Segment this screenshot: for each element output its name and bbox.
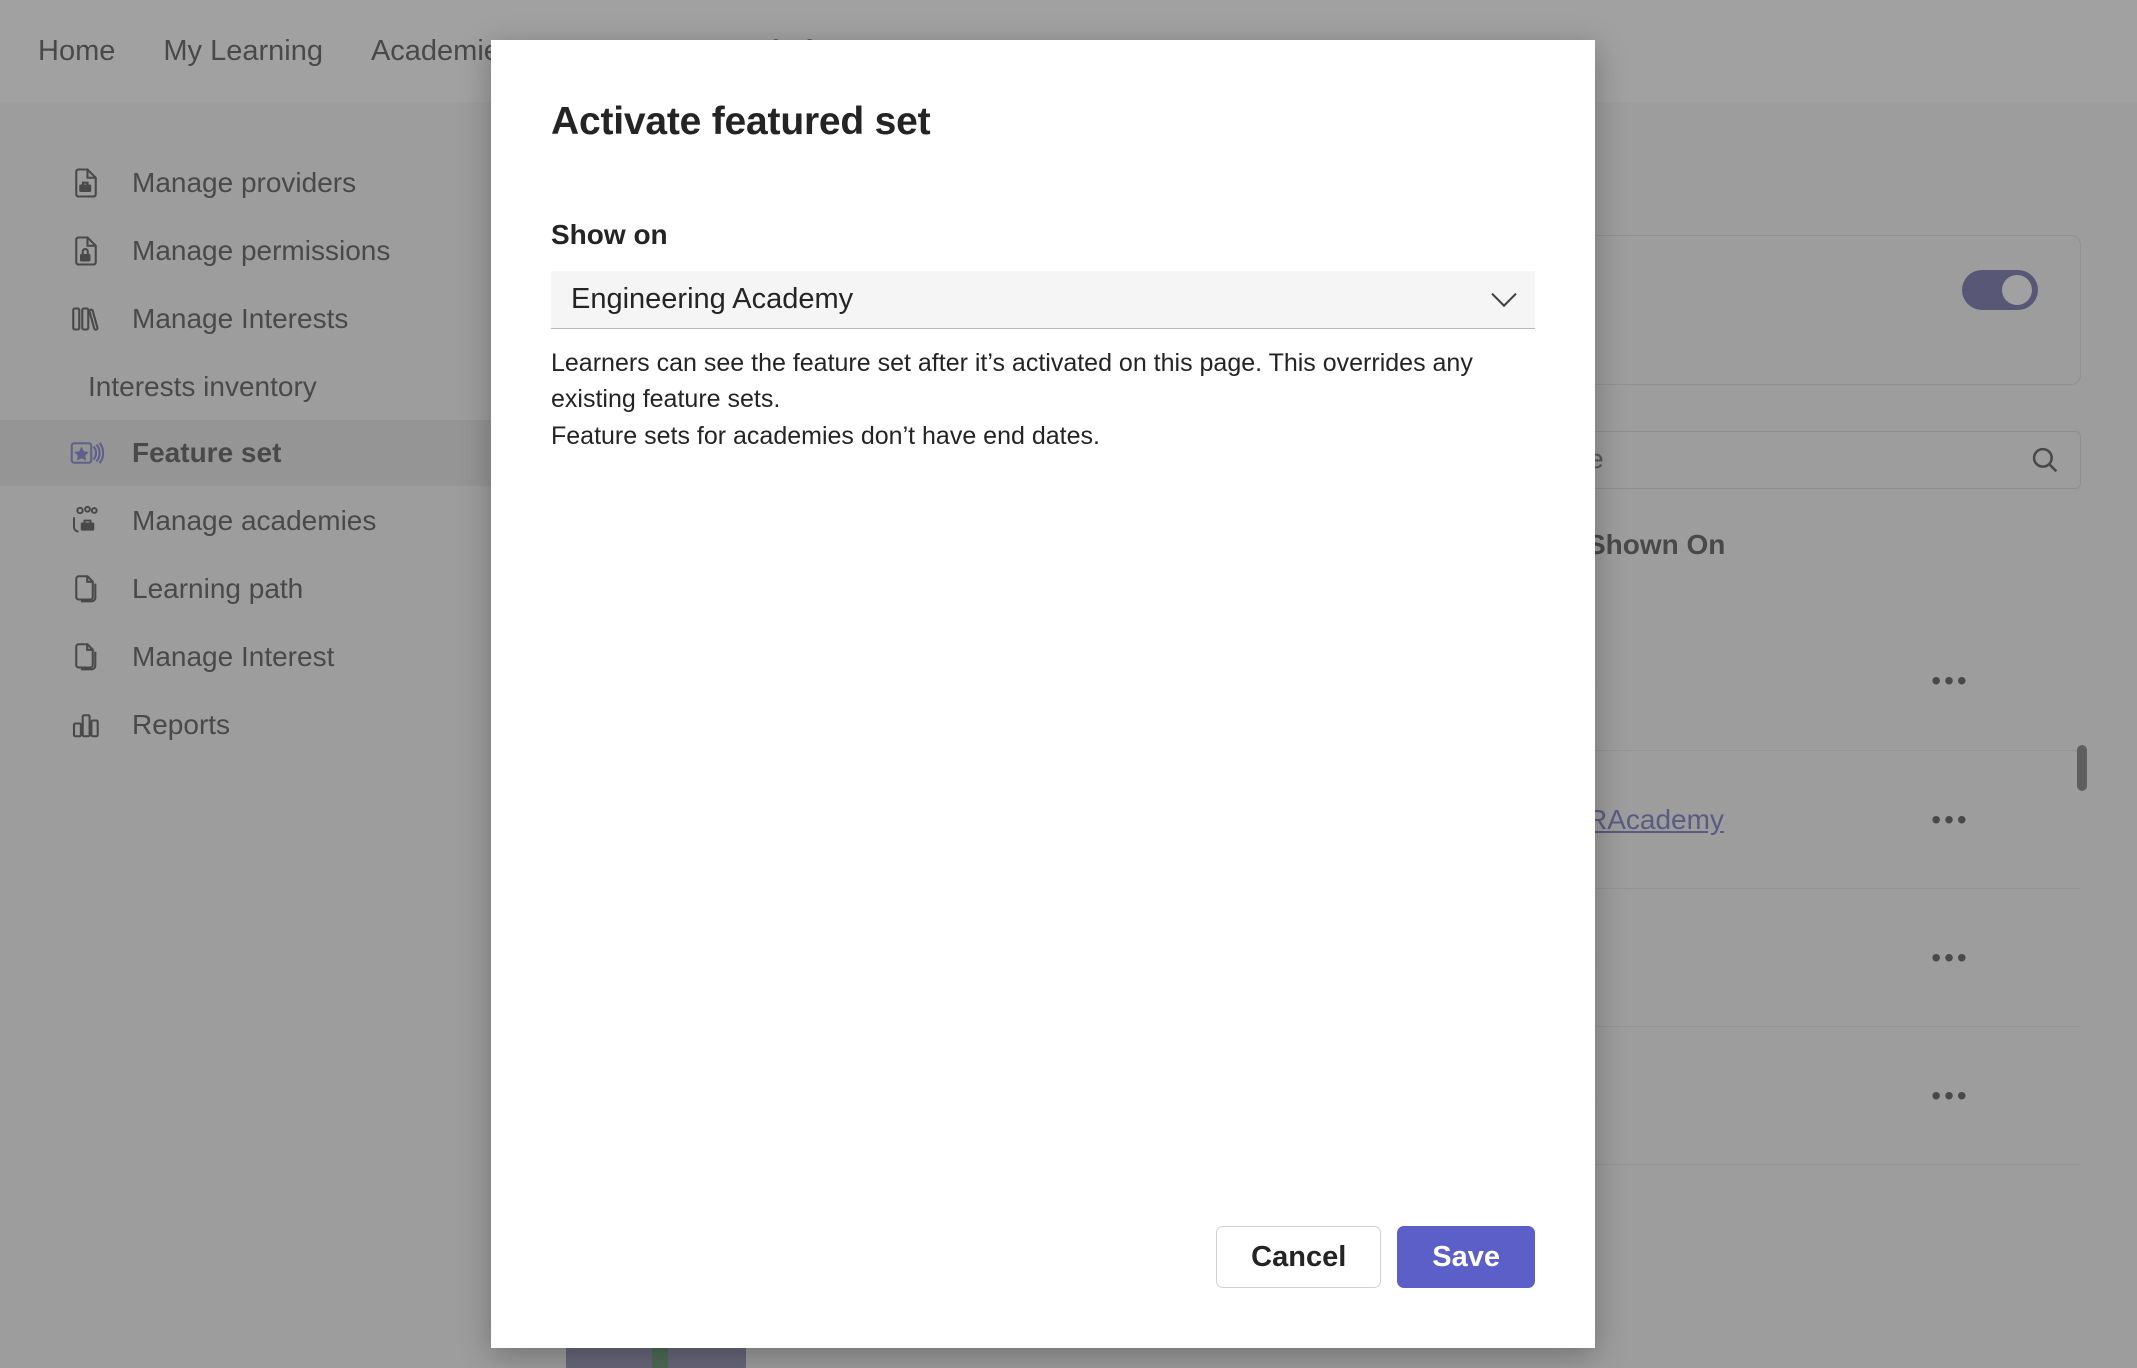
show-on-help-line-1: Learners can see the feature set after i… bbox=[551, 349, 1473, 414]
show-on-select[interactable]: Engineering Academy bbox=[551, 271, 1535, 329]
activate-featured-set-dialog: Activate featured set Show on Engineerin… bbox=[491, 40, 1595, 1348]
show-on-label: Show on bbox=[551, 219, 668, 250]
cancel-button[interactable]: Cancel bbox=[1216, 1226, 1382, 1288]
show-on-selected-value: Engineering Academy bbox=[571, 283, 854, 315]
chevron-down-icon bbox=[1491, 281, 1517, 307]
save-button[interactable]: Save bbox=[1397, 1226, 1535, 1288]
dialog-footer: Cancel Save bbox=[1216, 1226, 1535, 1288]
dialog-title: Activate featured set bbox=[551, 100, 931, 143]
show-on-help-line-2: Feature sets for academies don’t have en… bbox=[551, 421, 1100, 450]
